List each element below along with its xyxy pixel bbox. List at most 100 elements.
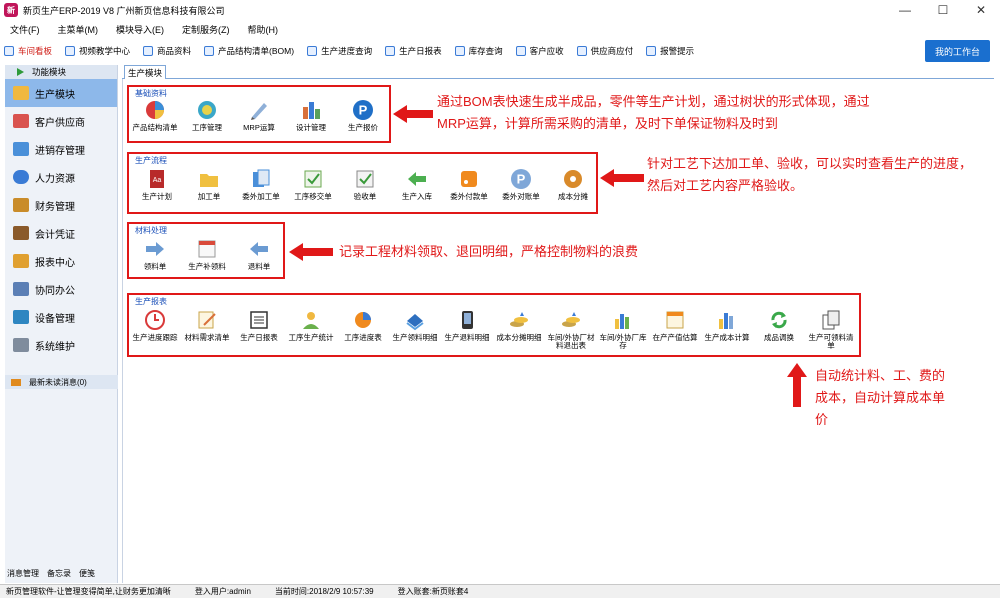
tile-material-demand[interactable]: 材料需求清单: [181, 309, 233, 342]
tile-progress-tracking[interactable]: 生产进度跟踪: [129, 309, 181, 342]
tile-process-schedule[interactable]: 工序进度表: [337, 309, 389, 342]
tile-process-transfer[interactable]: 工序移交单: [287, 168, 339, 201]
menu-module-import[interactable]: 模块导入(E): [116, 23, 164, 36]
tile-return-detail[interactable]: 生产退料明细: [441, 309, 493, 342]
sidebar-item-customers[interactable]: 客户供应商: [5, 107, 117, 135]
report-icon: [385, 46, 396, 56]
maximize-icon[interactable]: ☐: [924, 0, 962, 20]
equipment-icon: [13, 310, 29, 324]
status-user: 登入用户:admin: [194, 587, 251, 596]
group-title: 材料处理: [135, 226, 167, 235]
my-workbench-button[interactable]: 我的工作台: [925, 40, 990, 62]
menu-help[interactable]: 帮助(H): [248, 23, 279, 36]
tile-finished-exchange[interactable]: 成品调换: [753, 309, 805, 342]
svg-text:P: P: [359, 103, 368, 118]
toolbar-receivables[interactable]: 客户应收: [515, 45, 564, 57]
tile-work-order[interactable]: 加工单: [183, 168, 235, 201]
toolbar-daily-report[interactable]: 生产日报表: [385, 45, 442, 57]
minimize-icon[interactable]: —: [886, 0, 924, 20]
tile-workshop-stock[interactable]: 车间/外协厂库存: [597, 309, 649, 350]
group-production-reports: 生产报表 生产进度跟踪 材料需求清单 生产日报表 工序生产统计 工序进度表 生产…: [127, 293, 861, 357]
app-logo: 新: [4, 3, 18, 17]
annotation-report: 自动统计料、工、费的 成本，自动计算成本单 价: [815, 368, 946, 427]
person-icon: [13, 170, 29, 184]
sidebar-item-hr[interactable]: 人力资源: [5, 163, 117, 191]
tile-cost-allocation-detail[interactable]: 成本分摊明细: [493, 309, 545, 342]
sidebar-item-reports[interactable]: 报表中心: [5, 247, 117, 275]
tile-process-statistics[interactable]: 工序生产统计: [285, 309, 337, 342]
toolbar-video-center[interactable]: 视频教学中心: [65, 45, 130, 57]
book-icon: Aa: [150, 170, 164, 188]
form-icon: [666, 311, 684, 329]
tile-acceptance[interactable]: 验收单: [339, 168, 391, 201]
checklist-icon: [304, 170, 322, 188]
annotation-bom: 通过BOM表快速生成半成品，零件等生产计划，通过树状的形式体现，通过 MRP运算…: [437, 94, 870, 131]
menu-custom-service[interactable]: 定制服务(Z): [182, 23, 230, 36]
tile-cost-allocation[interactable]: 成本分摊: [547, 168, 599, 201]
sidebar-item-system[interactable]: 系统维护: [5, 331, 117, 359]
product-icon: [143, 46, 154, 56]
payable-icon: [576, 46, 587, 56]
menu-file[interactable]: 文件(F): [10, 23, 40, 36]
sidebar-item-equipment[interactable]: 设备管理: [5, 303, 117, 331]
pen-icon: [251, 103, 267, 120]
toolbar-bom[interactable]: 产品结构清单(BOM): [204, 45, 294, 57]
erp-window: 新 新页生产ERP-2019 V8 广州新页信息科技有限公司 — ☐ ✕ 文件(…: [0, 0, 1000, 598]
group-basic-data: 基础资料 产品结构清单 工序管理 MRP运算 设计管理 P 生产报价: [127, 85, 391, 143]
tile-process-management[interactable]: 工序管理: [181, 99, 233, 132]
tile-production-plan[interactable]: Aa 生产计划: [131, 168, 183, 201]
arrow-left-icon: [600, 169, 644, 187]
toolbar-workshop-board[interactable]: 车间看板: [4, 45, 52, 57]
tile-production-warehousing[interactable]: 生产入库: [391, 168, 443, 201]
user-pin-icon: [303, 312, 319, 329]
sidebar-item-vouchers[interactable]: 会计凭证: [5, 219, 117, 247]
close-icon[interactable]: ✕: [962, 0, 1000, 20]
tile-requisition-detail[interactable]: 生产领料明细: [389, 309, 441, 342]
tile-production-quote[interactable]: P 生产报价: [337, 99, 389, 132]
bar-chart-icon: [615, 314, 629, 329]
memo-link[interactable]: 备忘录: [47, 568, 71, 579]
tile-cost-calculation[interactable]: 生产成本计算: [701, 309, 753, 342]
tile-design-management[interactable]: 设计管理: [285, 99, 337, 132]
tab-production-module[interactable]: 生产模块: [124, 65, 166, 79]
tile-outsourced-payment[interactable]: 委外付款单: [443, 168, 495, 201]
group-title: 生产流程: [135, 156, 167, 165]
tile-product-structure[interactable]: 产品结构清单: [129, 99, 181, 132]
calendar-icon: [198, 240, 216, 258]
sidebar-item-inventory[interactable]: 进销存管理: [5, 135, 117, 163]
toolbar-progress-query[interactable]: 生产进度查询: [307, 45, 372, 57]
progress-icon: [307, 46, 318, 56]
p-badge-icon: P: [511, 169, 531, 189]
window-title: 新页生产ERP-2019 V8 广州新页信息科技有限公司: [23, 5, 225, 16]
tile-daily-report[interactable]: 生产日报表: [233, 309, 285, 342]
alert-icon: [646, 46, 657, 56]
notes-link[interactable]: 便笺: [79, 568, 95, 579]
board-icon: [4, 46, 14, 56]
annotation-material: 记录工程材料领取、退回明细，严格控制物料的浪费: [339, 244, 639, 259]
tile-material-requisition[interactable]: 领料单: [129, 238, 181, 271]
sidebar-item-production[interactable]: 生产模块: [5, 79, 117, 107]
tile-wip-valuation[interactable]: 在产产值估算: [649, 309, 701, 342]
chart-icon: [13, 142, 29, 156]
folder-icon: [200, 174, 218, 187]
tile-outsourced-work-order[interactable]: 委外加工单: [235, 168, 287, 201]
menu-main[interactable]: 主菜单(M): [58, 23, 99, 36]
toolbar-stock-query[interactable]: 库存查询: [454, 45, 503, 57]
tile-material-return[interactable]: 退料单: [233, 238, 285, 271]
tile-requisitionable-list[interactable]: 生产可领料清单: [805, 309, 857, 350]
group-title: 生产报表: [135, 297, 167, 306]
tile-workshop-material-return[interactable]: 车间/外协厂材料退出表: [545, 309, 597, 350]
sidebar-item-finance[interactable]: 财务管理: [5, 191, 117, 219]
toolbar-payables[interactable]: 供应商应付: [576, 45, 633, 57]
tile-outsourced-reconciliation[interactable]: P 委外对账单: [495, 168, 547, 201]
tile-mrp[interactable]: MRP运算: [233, 99, 285, 132]
unread-messages[interactable]: 最新未读消息(0): [5, 375, 118, 389]
sidebar-item-collaboration[interactable]: 协同办公: [5, 275, 117, 303]
arrow-up-icon: [787, 363, 807, 407]
message-management-link[interactable]: 消息管理: [7, 568, 39, 579]
svg-text:P: P: [517, 172, 526, 187]
tile-supplementary-requisition[interactable]: 生产补领料: [181, 238, 233, 271]
toolbar-products[interactable]: 商品资料: [143, 45, 191, 57]
documents-icon: [253, 169, 270, 187]
toolbar-alerts[interactable]: 报警提示: [646, 45, 694, 57]
